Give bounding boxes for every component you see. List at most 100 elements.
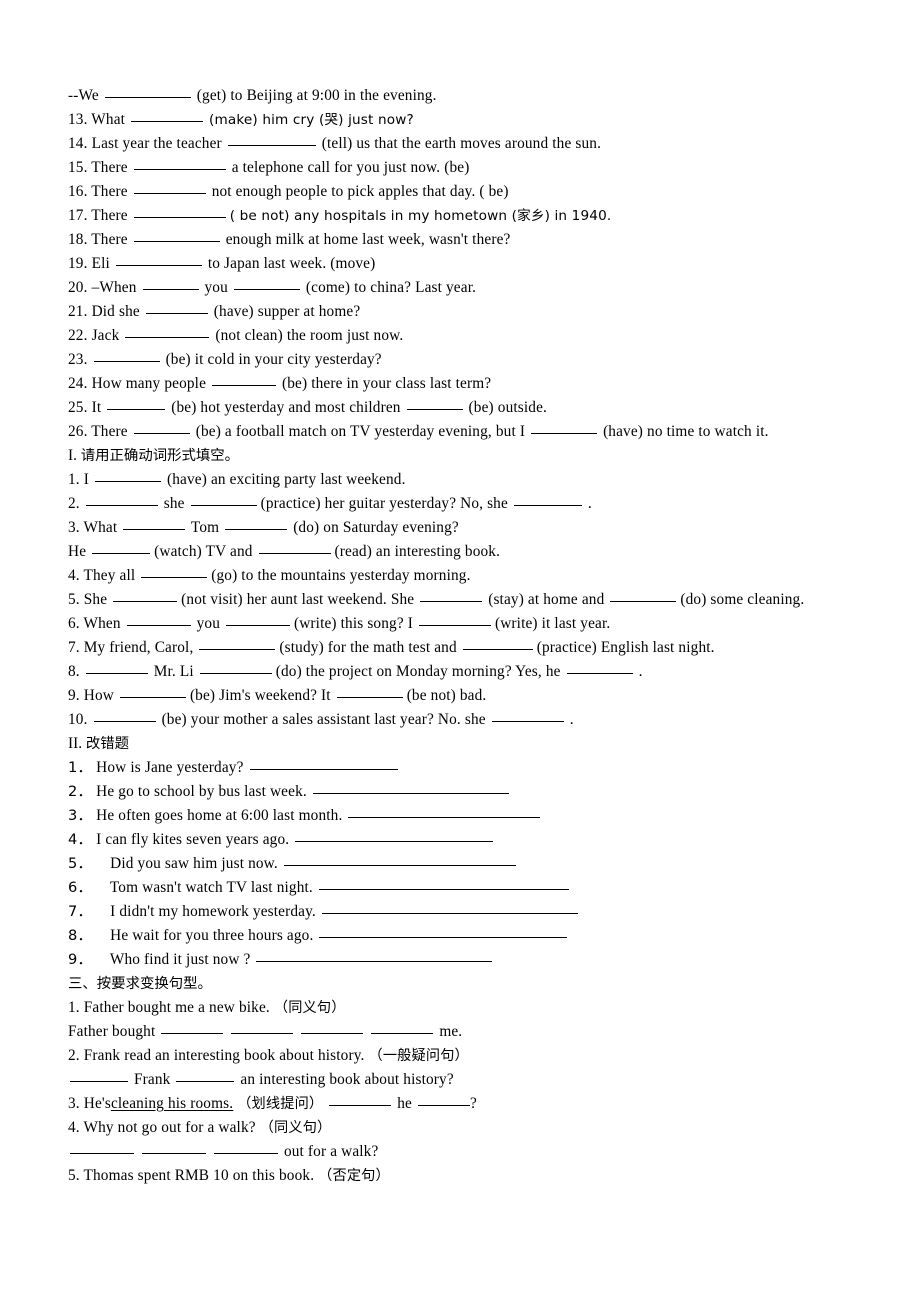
- correction-blank[interactable]: [256, 948, 493, 962]
- lead-line-prefix: --We: [68, 87, 99, 104]
- answer-blank[interactable]: [119, 684, 186, 698]
- answer-blank[interactable]: [406, 396, 463, 410]
- answer-blank[interactable]: [227, 132, 316, 146]
- answer-blank[interactable]: [93, 348, 160, 362]
- item-prompt-plain: He's: [83, 1095, 111, 1112]
- item-text-pre: Did she: [91, 303, 140, 320]
- correction-blank[interactable]: [283, 852, 516, 866]
- answer-blank[interactable]: [417, 1092, 470, 1106]
- answer-blank[interactable]: [133, 180, 206, 194]
- answer-blank[interactable]: [566, 660, 633, 674]
- section-one-heading: I. 请用正确动词形式填空。: [68, 444, 860, 468]
- item-text-pre: What: [91, 111, 126, 128]
- answer-blank[interactable]: [231, 1020, 294, 1034]
- question-item-16: 16. There not enough people to pick appl…: [68, 180, 860, 204]
- answer-blank[interactable]: [95, 468, 161, 482]
- answer-blank[interactable]: [336, 684, 403, 698]
- item-instruction-tag: （同义句）: [273, 1000, 346, 1016]
- item-text-post: (be not) bad.: [406, 687, 487, 704]
- section-three-item-4: 4. Why not go out for a walk? （同义句）: [68, 1116, 860, 1140]
- correction-blank[interactable]: [249, 756, 398, 770]
- item-text-post: .: [569, 711, 574, 728]
- question-item-15: 15. There a telephone call for you just …: [68, 156, 860, 180]
- answer-blank[interactable]: [107, 396, 166, 410]
- item-number: 2．: [68, 783, 93, 800]
- answer-blank[interactable]: [85, 660, 148, 674]
- correction-blank[interactable]: [348, 804, 541, 818]
- answer-blank[interactable]: [420, 588, 483, 602]
- answer-blank[interactable]: [610, 588, 677, 602]
- answer-blank[interactable]: [462, 636, 533, 650]
- answer-blank[interactable]: [126, 612, 191, 626]
- answer-blank[interactable]: [371, 1020, 434, 1034]
- answer-blank[interactable]: [513, 492, 582, 506]
- answer-blank[interactable]: [176, 1068, 235, 1082]
- answer-blank[interactable]: [123, 516, 186, 530]
- correction-blank[interactable]: [321, 900, 578, 914]
- item-number: 9.: [68, 687, 80, 704]
- item-text-post: (make) him cry (哭) just now?: [209, 112, 414, 128]
- answer-blank[interactable]: [133, 204, 226, 218]
- answer-blank[interactable]: [212, 372, 277, 386]
- item-text-pre: She: [83, 591, 108, 608]
- answer-blank[interactable]: [190, 492, 257, 506]
- answer-blank[interactable]: [133, 156, 226, 170]
- answer-blank[interactable]: [141, 564, 208, 578]
- answer-blank[interactable]: [233, 276, 300, 290]
- item-text-pre: There: [91, 207, 128, 224]
- item-number: 3.: [68, 519, 80, 536]
- answer-blank[interactable]: [133, 420, 190, 434]
- answer-blank[interactable]: [225, 516, 288, 530]
- answer-blank[interactable]: [301, 1020, 364, 1034]
- answer-blank[interactable]: [125, 324, 210, 338]
- answer-blank[interactable]: [199, 636, 276, 650]
- answer-blank[interactable]: [92, 540, 151, 554]
- answer-blank[interactable]: [145, 300, 208, 314]
- answer-blank[interactable]: [113, 588, 178, 602]
- question-item-14: 14. Last year the teacher (tell) us that…: [68, 132, 860, 156]
- item-text-pre: They all: [83, 567, 136, 584]
- answer-blank[interactable]: [491, 708, 564, 722]
- answer-blank[interactable]: [258, 540, 331, 554]
- answer-blank[interactable]: [329, 1092, 392, 1106]
- item-sentence: Who find it just now ?: [109, 951, 251, 968]
- question-item-24: 24. How many people (be) there in your c…: [68, 372, 860, 396]
- section-two-item-9: 9． Who find it just now ?: [68, 948, 860, 972]
- answer-blank[interactable]: [70, 1140, 134, 1154]
- correction-blank[interactable]: [318, 876, 569, 890]
- section-one-item-7: 7. My friend, Carol, (study) for the mat…: [68, 636, 860, 660]
- answer-blank[interactable]: [199, 660, 272, 674]
- answer-blank[interactable]: [142, 276, 199, 290]
- item-text-mid: she: [163, 495, 185, 512]
- section-one-heading-latin: I.: [68, 447, 77, 464]
- question-item-20: 20. –When you (come) to china? Last year…: [68, 276, 860, 300]
- item-text-pre: He: [68, 543, 87, 560]
- answer-blank[interactable]: [104, 84, 191, 98]
- answer-suffix: out for a walk?: [283, 1143, 379, 1160]
- section-one-item-4: 4. They all (go) to the mountains yester…: [68, 564, 860, 588]
- question-item-19: 19. Eli to Japan last week. (move): [68, 252, 860, 276]
- answer-blank[interactable]: [115, 252, 202, 266]
- item-text-post: (practice) her guitar yesterday? No, she: [260, 495, 508, 512]
- answer-blank[interactable]: [70, 1068, 128, 1082]
- item-text-pre: What: [83, 519, 118, 536]
- section-one: I. 请用正确动词形式填空。 1. I (have) an exciting p…: [68, 444, 860, 732]
- item-text-mid: Mr. Li: [153, 663, 194, 680]
- correction-blank[interactable]: [319, 924, 568, 938]
- answer-blank[interactable]: [161, 1020, 224, 1034]
- answer-blank[interactable]: [213, 1140, 278, 1154]
- correction-blank[interactable]: [312, 780, 509, 794]
- correction-blank[interactable]: [295, 828, 494, 842]
- answer-blank[interactable]: [419, 612, 491, 626]
- answer-blank[interactable]: [141, 1140, 206, 1154]
- answer-blank[interactable]: [93, 708, 156, 722]
- answer-blank[interactable]: [85, 492, 158, 506]
- answer-blank[interactable]: [225, 612, 290, 626]
- item-text-pre: Jack: [91, 327, 120, 344]
- answer-blank[interactable]: [131, 108, 204, 122]
- item-number: 2.: [68, 1047, 80, 1064]
- section-three-item-5: 5. Thomas spent RMB 10 on this book. （否定…: [68, 1164, 860, 1188]
- answer-blank[interactable]: [133, 228, 220, 242]
- item-number: 1.: [68, 999, 80, 1016]
- answer-blank[interactable]: [531, 420, 598, 434]
